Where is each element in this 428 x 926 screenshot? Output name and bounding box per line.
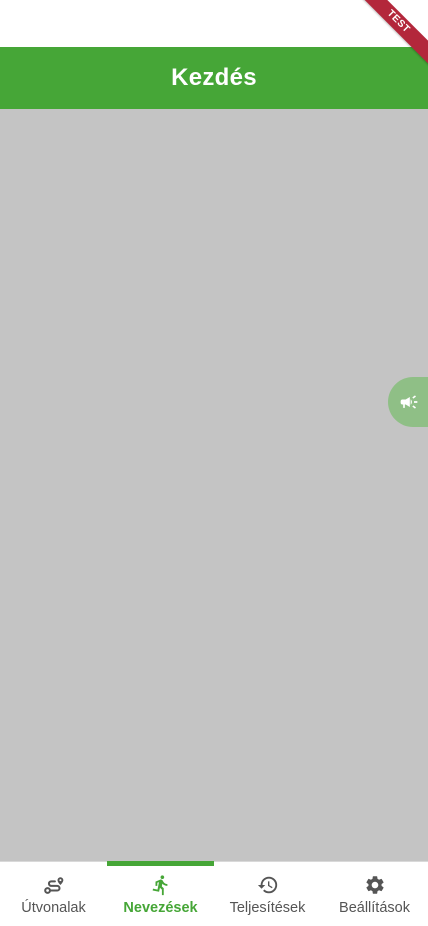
gear-icon	[364, 874, 386, 896]
history-icon	[257, 874, 279, 896]
nav-label-completions: Teljesítések	[229, 900, 306, 916]
app-screen: Kezdés TEST Útvonalak Nevezések Teljesít…	[0, 0, 428, 926]
route-icon	[43, 874, 65, 896]
page-title: Kezdés	[171, 64, 257, 91]
bottom-navigation: Útvonalak Nevezések Teljesítések Beállít…	[0, 861, 428, 926]
running-icon	[150, 874, 172, 896]
app-bar: Kezdés	[0, 47, 428, 109]
nav-label-routes: Útvonalak	[21, 900, 86, 916]
nav-item-completions[interactable]: Teljesítések	[214, 862, 321, 926]
nav-item-entries[interactable]: Nevezések	[107, 861, 214, 926]
nav-item-routes[interactable]: Útvonalak	[0, 862, 107, 926]
megaphone-icon	[400, 395, 418, 409]
content-area	[0, 109, 428, 861]
nav-label-settings: Beállítások	[339, 900, 410, 916]
nav-item-settings[interactable]: Beállítások	[321, 862, 428, 926]
nav-label-entries: Nevezések	[123, 900, 198, 916]
status-bar	[0, 0, 428, 47]
active-tab-indicator	[107, 861, 214, 866]
